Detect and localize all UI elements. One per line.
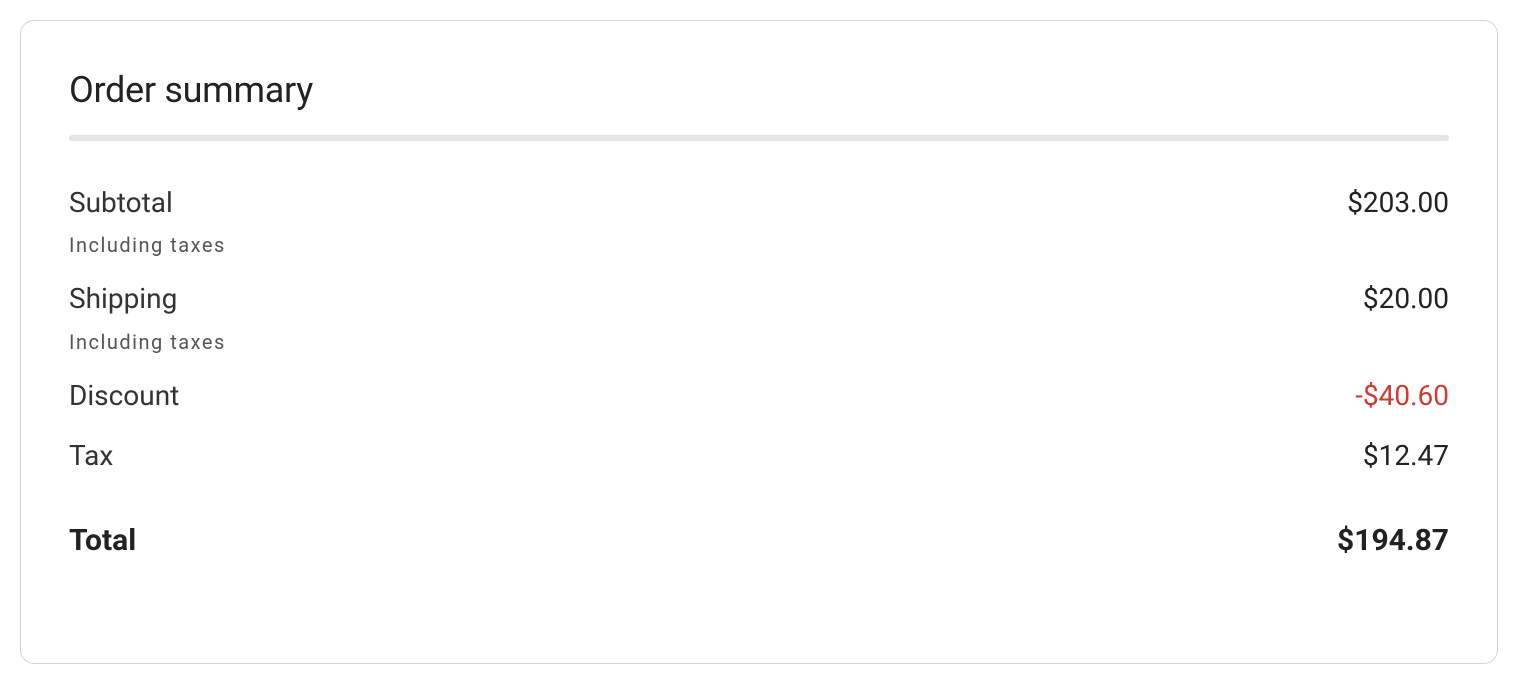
- total-value: $194.87: [1337, 523, 1449, 558]
- divider: [69, 135, 1449, 141]
- tax-value: $12.47: [1363, 438, 1449, 474]
- discount-label: Discount: [69, 378, 179, 414]
- shipping-value: $20.00: [1363, 281, 1449, 317]
- order-summary-card: Order summary Subtotal $203.00 Including…: [20, 20, 1498, 664]
- shipping-row: Shipping $20.00: [69, 281, 1449, 317]
- subtotal-value: $203.00: [1347, 185, 1449, 221]
- discount-value: -$40.60: [1355, 378, 1449, 414]
- tax-label: Tax: [69, 438, 113, 474]
- subtotal-note: Including taxes: [69, 233, 1449, 257]
- total-label: Total: [69, 523, 136, 558]
- subtotal-row: Subtotal $203.00: [69, 185, 1449, 221]
- shipping-note: Including taxes: [69, 330, 1449, 354]
- shipping-label: Shipping: [69, 281, 177, 317]
- total-row: Total $194.87: [69, 523, 1449, 558]
- tax-row: Tax $12.47: [69, 438, 1449, 474]
- order-summary-title: Order summary: [69, 69, 1449, 111]
- discount-row: Discount -$40.60: [69, 378, 1449, 414]
- subtotal-label: Subtotal: [69, 185, 173, 221]
